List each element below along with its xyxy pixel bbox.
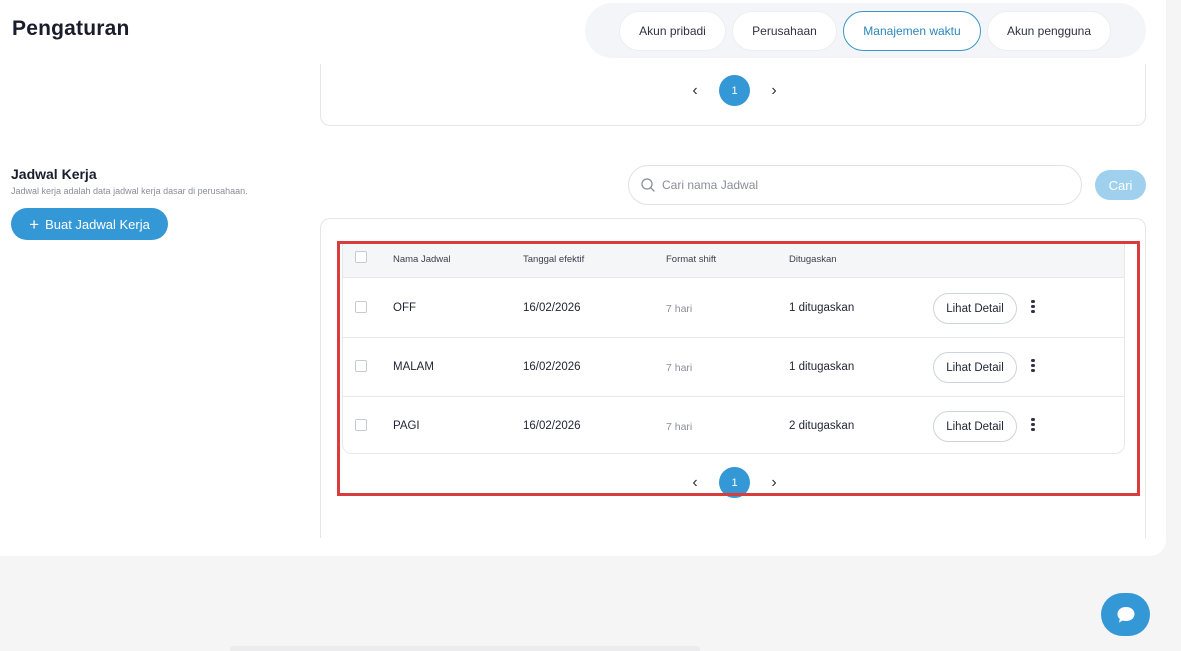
section-subtitle: Jadwal kerja adalah data jadwal kerja da… bbox=[11, 186, 248, 196]
more-options-icon[interactable] bbox=[1025, 357, 1041, 377]
select-all-checkbox[interactable] bbox=[355, 251, 367, 263]
top-pagination: ‹ 1 › bbox=[685, 75, 784, 106]
tab-perusahaan[interactable]: Perusahaan bbox=[732, 11, 837, 51]
schedule-name: OFF bbox=[393, 302, 416, 314]
effective-date: 16/02/2026 bbox=[523, 361, 581, 373]
more-options-icon[interactable] bbox=[1025, 416, 1041, 436]
column-header-shift: Format shift bbox=[666, 254, 717, 265]
shift-format: 7 hari bbox=[666, 421, 693, 433]
view-detail-button[interactable]: Lihat Detail bbox=[933, 352, 1017, 383]
assigned-count: 1 ditugaskan bbox=[789, 361, 855, 373]
page-1-button[interactable]: 1 bbox=[719, 467, 750, 498]
prev-page-button[interactable]: ‹ bbox=[685, 81, 705, 101]
create-schedule-button[interactable]: + Buat Jadwal Kerja bbox=[11, 208, 168, 240]
assigned-count: 2 ditugaskan bbox=[789, 420, 855, 432]
table-row: PAGI 16/02/2026 7 hari 2 ditugaskan Liha… bbox=[343, 397, 1124, 453]
search-box bbox=[628, 165, 1082, 205]
header: Pengaturan Akun pribadi Perusahaan Manaj… bbox=[0, 0, 1166, 64]
schedule-name: PAGI bbox=[393, 420, 420, 432]
search-icon bbox=[641, 178, 655, 192]
row-checkbox[interactable] bbox=[355, 301, 367, 313]
view-detail-button[interactable]: Lihat Detail bbox=[933, 293, 1017, 324]
row-checkbox[interactable] bbox=[355, 360, 367, 372]
chat-button[interactable] bbox=[1101, 593, 1150, 636]
assigned-count: 1 ditugaskan bbox=[789, 302, 855, 314]
tab-akun-pribadi[interactable]: Akun pribadi bbox=[619, 11, 726, 51]
column-header-date: Tanggal efektif bbox=[523, 254, 585, 265]
effective-date: 16/02/2026 bbox=[523, 302, 581, 314]
next-page-button[interactable]: › bbox=[764, 473, 784, 493]
section-title: Jadwal Kerja bbox=[11, 166, 97, 182]
tab-akun-pengguna[interactable]: Akun pengguna bbox=[987, 11, 1111, 51]
next-page-button[interactable]: › bbox=[764, 81, 784, 101]
page-1-button[interactable]: 1 bbox=[719, 75, 750, 106]
table-header: Nama Jadwal Tanggal efektif Format shift… bbox=[343, 243, 1124, 278]
table-row: OFF 16/02/2026 7 hari 1 ditugaskan Lihat… bbox=[343, 279, 1124, 338]
schedule-table: Nama Jadwal Tanggal efektif Format shift… bbox=[342, 242, 1125, 454]
create-schedule-label: Buat Jadwal Kerja bbox=[45, 216, 150, 232]
view-detail-button[interactable]: Lihat Detail bbox=[933, 411, 1017, 442]
effective-date: 16/02/2026 bbox=[523, 420, 581, 432]
shift-format: 7 hari bbox=[666, 362, 693, 374]
prev-page-button[interactable]: ‹ bbox=[685, 473, 705, 493]
column-header-assigned: Ditugaskan bbox=[789, 254, 837, 265]
search-button[interactable]: Cari bbox=[1095, 170, 1146, 200]
chat-icon bbox=[1117, 606, 1134, 622]
settings-tabs: Akun pribadi Perusahaan Manajemen waktu … bbox=[585, 3, 1146, 58]
table-pagination: ‹ 1 › bbox=[685, 467, 784, 498]
table-row: MALAM 16/02/2026 7 hari 1 ditugaskan Lih… bbox=[343, 338, 1124, 397]
tab-manajemen-waktu[interactable]: Manajemen waktu bbox=[843, 11, 981, 51]
more-options-icon[interactable] bbox=[1025, 298, 1041, 318]
search-input[interactable] bbox=[662, 174, 1062, 196]
bottom-scrollbar bbox=[230, 646, 700, 651]
shift-format: 7 hari bbox=[666, 303, 693, 315]
plus-icon: + bbox=[29, 214, 40, 234]
row-checkbox[interactable] bbox=[355, 419, 367, 431]
page-title: Pengaturan bbox=[12, 17, 130, 40]
schedule-name: MALAM bbox=[393, 361, 434, 373]
column-header-name: Nama Jadwal bbox=[393, 254, 451, 265]
